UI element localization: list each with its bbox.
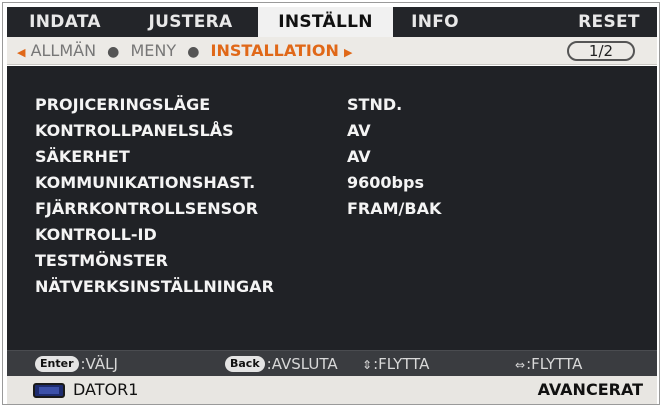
setting-label: PROJICERINGSLÄGE bbox=[35, 95, 211, 114]
enter-key-icon: Enter bbox=[35, 356, 79, 372]
setting-label: KOMMUNIKATIONSHAST. bbox=[35, 173, 256, 192]
setting-label: SÄKERHET bbox=[35, 147, 130, 166]
help-enter-text: :VÄLJ bbox=[80, 355, 118, 373]
menu-mode-label: AVANCERAT bbox=[537, 380, 643, 399]
setting-label: KONTROLL-ID bbox=[35, 225, 157, 244]
setting-value: STND. bbox=[347, 95, 403, 114]
left-arrow-icon[interactable]: ◀ bbox=[17, 46, 25, 59]
help-updown: ⇕:FLYTTA bbox=[362, 351, 429, 377]
setting-value: FRAM/BAK bbox=[347, 199, 442, 218]
page-indicator: 1/2 bbox=[567, 41, 635, 61]
tab-installn[interactable]: INSTÄLLN bbox=[258, 7, 393, 37]
help-updown-text: :FLYTTA bbox=[373, 355, 430, 373]
settings-list: PROJICERINGSLÄGE STND. KONTROLLPANELSLÅS… bbox=[7, 66, 657, 350]
help-bar: Enter:VÄLJ Back:AVSLUTA ⇕:FLYTTA ⇔:FLYTT… bbox=[7, 350, 657, 376]
breadcrumb-item-allman[interactable]: ALLMÄN bbox=[31, 41, 97, 60]
setting-value: AV bbox=[347, 147, 371, 166]
help-enter: Enter:VÄLJ bbox=[35, 351, 118, 377]
breadcrumb-item-meny[interactable]: MENY bbox=[130, 41, 176, 60]
help-back-text: :AVSLUTA bbox=[266, 355, 338, 373]
tab-indata[interactable]: INDATA bbox=[7, 7, 123, 37]
monitor-icon bbox=[33, 383, 65, 398]
up-down-arrows-icon: ⇕ bbox=[362, 358, 373, 372]
setting-value: 9600bps bbox=[347, 173, 424, 192]
separator-dot-icon: ● bbox=[107, 44, 120, 60]
tab-reset[interactable]: RESET bbox=[561, 7, 657, 37]
help-leftright-text: :FLYTTA bbox=[526, 355, 583, 373]
setting-value: AV bbox=[347, 121, 371, 140]
setting-label: TESTMÖNSTER bbox=[35, 251, 168, 270]
menu-tabs: INDATA JUSTERA INSTÄLLN INFO RESET bbox=[7, 7, 657, 37]
status-bar: DATOR1 AVANCERAT bbox=[7, 376, 657, 404]
left-right-arrows-icon: ⇔ bbox=[515, 358, 526, 372]
separator-dot-icon: ● bbox=[187, 44, 200, 60]
input-source-label: DATOR1 bbox=[73, 380, 139, 399]
breadcrumb-item-installation[interactable]: INSTALLATION bbox=[211, 41, 339, 60]
tab-justera[interactable]: JUSTERA bbox=[123, 7, 258, 37]
tab-spacer bbox=[477, 7, 561, 37]
projector-menu: INDATA JUSTERA INSTÄLLN INFO RESET ◀ ALL… bbox=[2, 2, 660, 405]
right-arrow-icon[interactable]: ▶ bbox=[344, 46, 352, 59]
breadcrumb-items: ◀ ALLMÄN ● MENY ● INSTALLATION ▶ bbox=[17, 37, 352, 65]
tab-info[interactable]: INFO bbox=[393, 7, 477, 37]
back-key-icon: Back bbox=[225, 356, 265, 372]
breadcrumb: ◀ ALLMÄN ● MENY ● INSTALLATION ▶ 1/2 bbox=[7, 37, 657, 65]
setting-label: FJÄRRKONTROLLSENSOR bbox=[35, 199, 259, 218]
setting-label: KONTROLLPANELSLÅS bbox=[35, 121, 234, 140]
help-back: Back:AVSLUTA bbox=[225, 351, 338, 377]
setting-label: NÄTVERKSINSTÄLLNINGAR bbox=[35, 277, 274, 296]
help-leftright: ⇔:FLYTTA bbox=[515, 351, 582, 377]
